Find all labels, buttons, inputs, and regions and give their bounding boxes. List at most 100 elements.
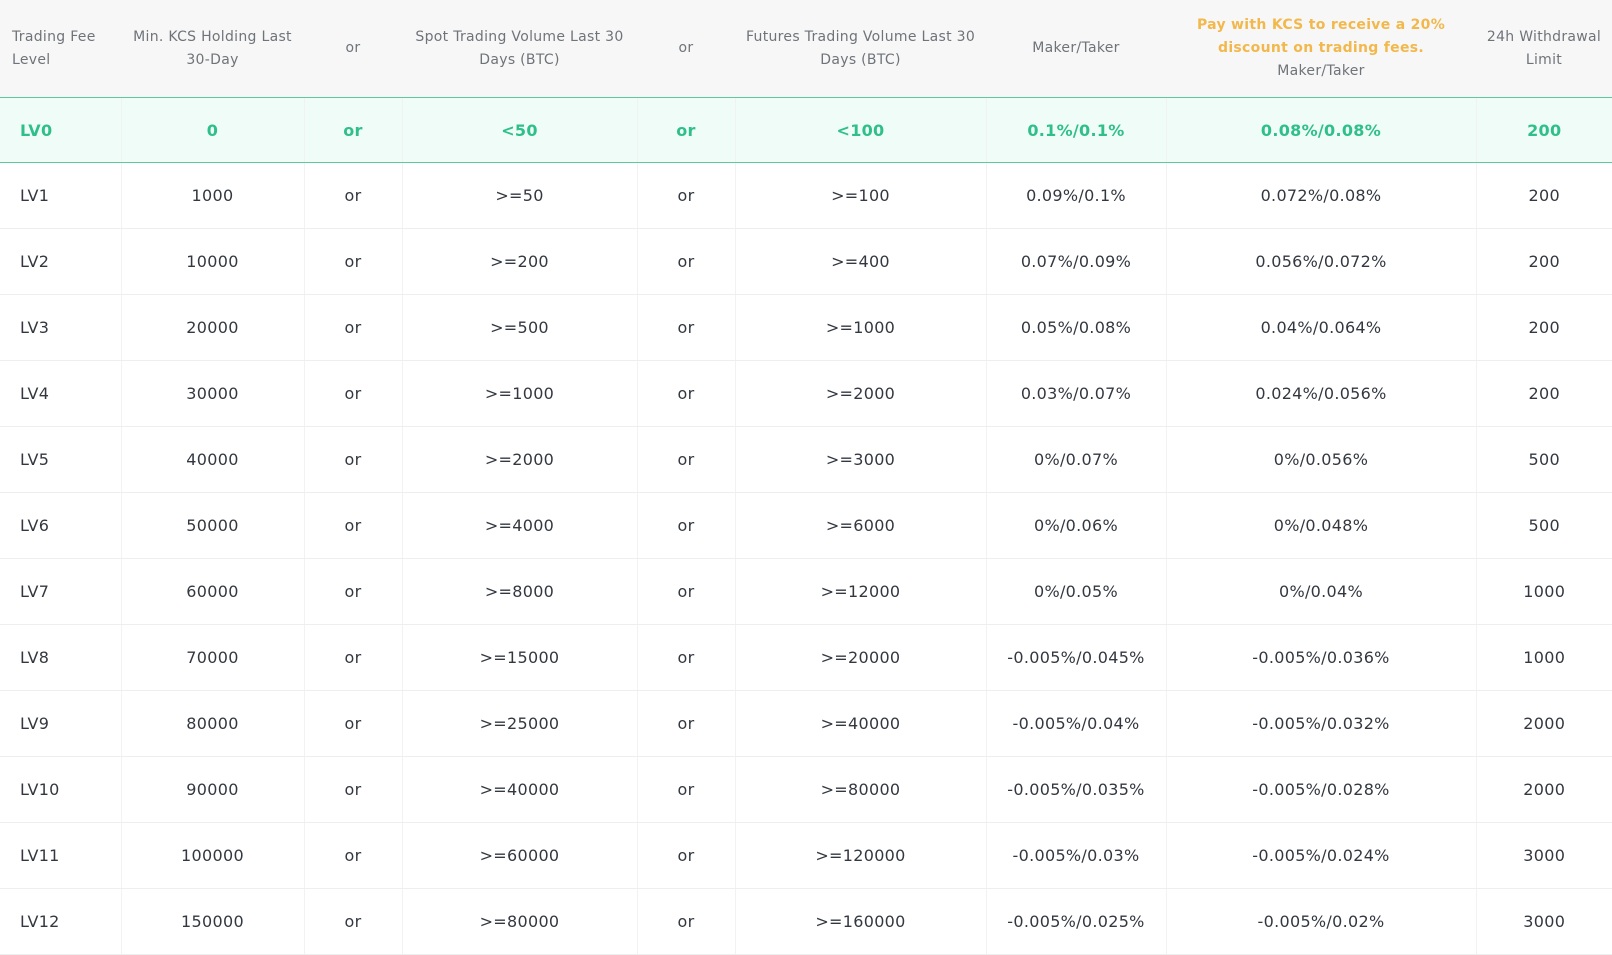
header-or: or (637, 0, 735, 98)
discount-fee-cell: 0%/0.056% (1166, 426, 1477, 493)
futures-volume-cell: >=12000 (735, 558, 987, 625)
discount-fee-cell: 0.024%/0.056% (1166, 360, 1477, 427)
table-row: LV2 10000 or >=200 or >=400 0.07%/0.09% 0.056%/… (0, 228, 1612, 295)
spot-volume-cell: >=25000 (402, 690, 638, 757)
withdrawal-limit-cell: 2000 (1476, 690, 1612, 757)
futures-volume-cell: >=40000 (735, 690, 987, 757)
table-row: LV1 1000 or >=50 or >=100 0.09%/0.1% 0.072%/0.0… (0, 162, 1612, 229)
or-cell: or (637, 624, 736, 691)
spot-volume-cell: >=500 (402, 294, 638, 361)
or-cell: or (304, 624, 403, 691)
table-row: LV0 0 or <50 or <100 0.1%/0.1% 0.08%/0.08% 200 (0, 97, 1612, 163)
or-cell: or (637, 426, 736, 493)
withdrawal-limit-cell: 500 (1476, 426, 1612, 493)
spot-volume-cell: >=200 (402, 228, 638, 295)
withdrawal-limit-cell: 200 (1476, 162, 1612, 229)
withdrawal-limit-cell: 1000 (1476, 624, 1612, 691)
maker-taker-fee-cell: -0.005%/0.035% (986, 756, 1167, 823)
kcs-holding-cell: 1000 (121, 162, 305, 229)
futures-volume-cell: >=100 (735, 162, 987, 229)
maker-taker-fee-cell: 0.09%/0.1% (986, 162, 1167, 229)
fee-level-table: Trading Fee Level Min. KCS Holding Last … (0, 0, 1612, 955)
maker-taker-fee-cell: 0.07%/0.09% (986, 228, 1167, 295)
futures-volume-cell: >=80000 (735, 756, 987, 823)
level-cell: LV1 (0, 162, 122, 229)
or-cell: or (637, 97, 736, 163)
kcs-holding-cell: 150000 (121, 888, 305, 955)
discount-fee-cell: 0.08%/0.08% (1166, 97, 1477, 163)
or-cell: or (304, 690, 403, 757)
futures-volume-cell: >=20000 (735, 624, 987, 691)
discount-fee-cell: -0.005%/0.02% (1166, 888, 1477, 955)
header-futures-volume: Futures Trading Volume Last 30 Days (BTC… (735, 0, 986, 98)
withdrawal-limit-cell: 200 (1476, 294, 1612, 361)
header-withdrawal-limit: 24h Withdrawal Limit (1476, 0, 1612, 98)
withdrawal-limit-cell: 500 (1476, 492, 1612, 559)
table-row: LV11 100000 or >=60000 or >=120000 -0.005%/0.0… (0, 822, 1612, 889)
level-cell: LV11 (0, 822, 122, 889)
futures-volume-cell: >=120000 (735, 822, 987, 889)
or-cell: or (637, 492, 736, 559)
kcs-holding-cell: 60000 (121, 558, 305, 625)
spot-volume-cell: >=15000 (402, 624, 638, 691)
kcs-holding-cell: 10000 (121, 228, 305, 295)
kcs-holding-cell: 70000 (121, 624, 305, 691)
maker-taker-fee-cell: 0.1%/0.1% (986, 97, 1167, 163)
withdrawal-limit-cell: 2000 (1476, 756, 1612, 823)
spot-volume-cell: <50 (402, 97, 638, 163)
header-maker-taker: Maker/Taker (986, 0, 1166, 98)
discount-fee-cell: 0.04%/0.064% (1166, 294, 1477, 361)
level-cell: LV0 (0, 97, 122, 163)
withdrawal-limit-cell: 3000 (1476, 888, 1612, 955)
or-cell: or (304, 162, 403, 229)
or-cell: or (637, 294, 736, 361)
kcs-holding-cell: 100000 (121, 822, 305, 889)
header-or: or (304, 0, 402, 98)
level-cell: LV2 (0, 228, 122, 295)
table-row: LV9 80000 or >=25000 or >=40000 -0.005%/0.04% -… (0, 690, 1612, 757)
level-cell: LV3 (0, 294, 122, 361)
spot-volume-cell: >=80000 (402, 888, 638, 955)
or-cell: or (637, 360, 736, 427)
maker-taker-fee-cell: 0%/0.05% (986, 558, 1167, 625)
futures-volume-cell: <100 (735, 97, 987, 163)
spot-volume-cell: >=60000 (402, 822, 638, 889)
futures-volume-cell: >=6000 (735, 492, 987, 559)
discount-fee-cell: -0.005%/0.036% (1166, 624, 1477, 691)
kcs-holding-cell: 30000 (121, 360, 305, 427)
maker-taker-fee-cell: -0.005%/0.045% (986, 624, 1167, 691)
kcs-holding-cell: 20000 (121, 294, 305, 361)
header-spot-volume: Spot Trading Volume Last 30 Days (BTC) (402, 0, 637, 98)
or-cell: or (304, 228, 403, 295)
or-cell: or (637, 690, 736, 757)
discount-fee-cell: 0%/0.048% (1166, 492, 1477, 559)
discount-fee-cell: 0%/0.04% (1166, 558, 1477, 625)
or-cell: or (637, 822, 736, 889)
withdrawal-limit-cell: 200 (1476, 360, 1612, 427)
table-row: LV3 20000 or >=500 or >=1000 0.05%/0.08% 0.04%/… (0, 294, 1612, 361)
withdrawal-limit-cell: 3000 (1476, 822, 1612, 889)
maker-taker-fee-cell: 0%/0.07% (986, 426, 1167, 493)
futures-volume-cell: >=3000 (735, 426, 987, 493)
discount-fee-cell: 0.056%/0.072% (1166, 228, 1477, 295)
or-cell: or (637, 888, 736, 955)
kcs-holding-cell: 80000 (121, 690, 305, 757)
or-cell: or (304, 888, 403, 955)
table-row: LV10 90000 or >=40000 or >=80000 -0.005%/0.035… (0, 756, 1612, 823)
header-discount-maker-taker: Maker/Taker (1277, 63, 1365, 79)
level-cell: LV4 (0, 360, 122, 427)
table-header-row: Trading Fee Level Min. KCS Holding Last … (0, 0, 1612, 98)
level-cell: LV10 (0, 756, 122, 823)
spot-volume-cell: >=2000 (402, 426, 638, 493)
discount-fee-cell: -0.005%/0.024% (1166, 822, 1477, 889)
table-row: LV7 60000 or >=8000 or >=12000 0%/0.05% 0%/0.04… (0, 558, 1612, 625)
or-cell: or (304, 426, 403, 493)
level-cell: LV6 (0, 492, 122, 559)
level-cell: LV8 (0, 624, 122, 691)
futures-volume-cell: >=160000 (735, 888, 987, 955)
level-cell: LV5 (0, 426, 122, 493)
kcs-holding-cell: 0 (121, 97, 305, 163)
or-cell: or (637, 558, 736, 625)
or-cell: or (637, 162, 736, 229)
level-cell: LV12 (0, 888, 122, 955)
